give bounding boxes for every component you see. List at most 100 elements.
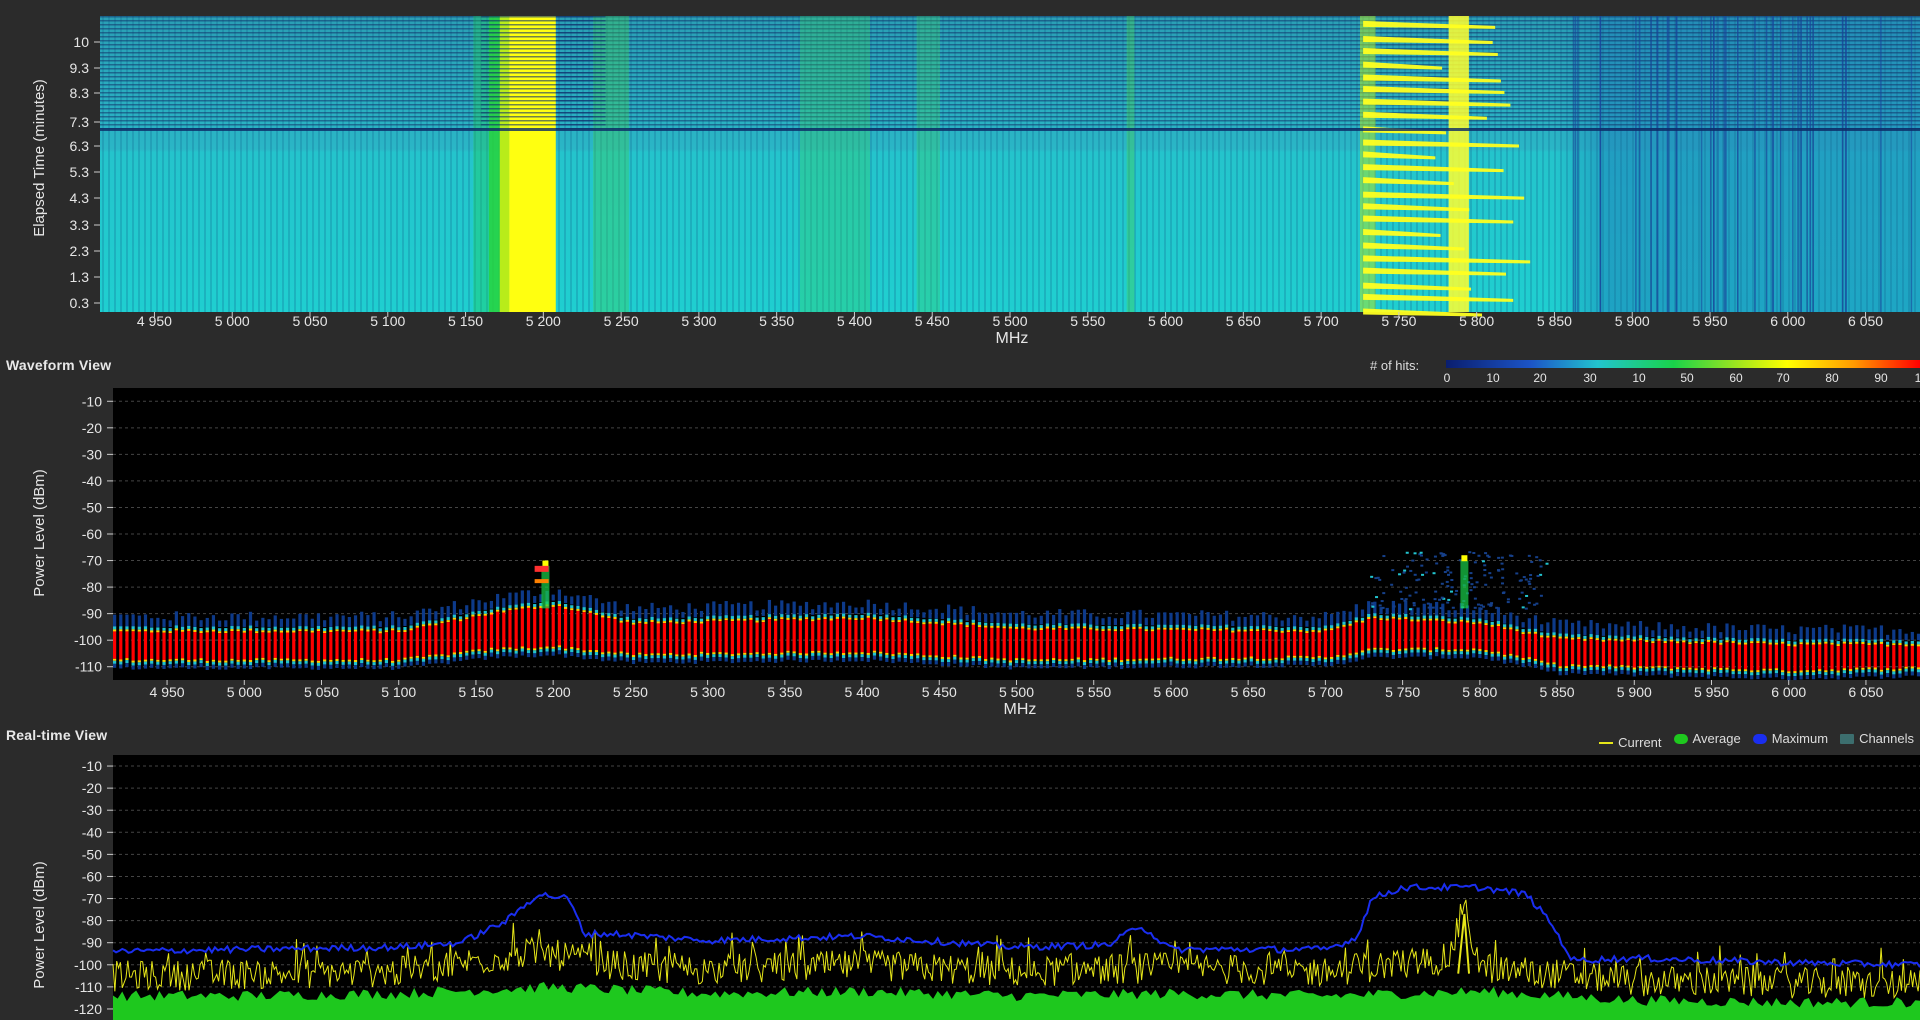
realtime-legend[interactable]: Current Average Maximum Channels — [1587, 731, 1914, 750]
waveform-edge-hits — [1113, 659, 1117, 663]
legend-item-channels[interactable]: Channels — [1840, 731, 1914, 746]
waveform-scatter-hit — [1490, 602, 1494, 605]
waveform-halo — [1601, 671, 1606, 676]
waveform-x-tick-label: 5 600 — [1153, 684, 1188, 700]
waveform-edge-hits — [1268, 629, 1272, 632]
waveform-halo — [829, 658, 833, 663]
waveform-edge-hits — [1052, 624, 1056, 628]
waveform-halo — [984, 613, 988, 623]
waveform-edge-hits — [829, 618, 833, 621]
waveform-edge-hits — [502, 610, 506, 613]
waveform-edge-hits — [125, 658, 129, 661]
waterfall-y-tick-label: 10 — [73, 34, 89, 50]
waveform-edge-hits — [835, 651, 839, 654]
waveform-core-band — [304, 631, 308, 659]
waveform-halo — [397, 617, 401, 627]
waveform-edge-hits — [557, 604, 561, 607]
waveform-core-band — [1645, 642, 1649, 667]
waveform-scatter-hit — [1479, 607, 1483, 610]
waveform-edge-hits — [1385, 618, 1389, 621]
waveform-edge-hits — [1157, 660, 1161, 664]
waveform-edge-hits — [841, 653, 846, 656]
waveform-halo — [1830, 628, 1834, 641]
waterfall-chart[interactable]: 109.38.37.36.35.34.33.32.31.30.3 4 950 5 … — [0, 0, 1920, 360]
waveform-edge-hits — [1527, 631, 1531, 634]
legend-item-average[interactable]: Average — [1673, 731, 1741, 746]
waveform-halo — [471, 654, 475, 659]
waveform-edge-hits — [1540, 632, 1544, 636]
waveform-halo — [1058, 609, 1062, 625]
waveform-core-band — [1441, 621, 1445, 650]
waveform-halo — [211, 664, 216, 669]
waveform-edge-hits — [1379, 647, 1383, 650]
waveform-edge-hits — [650, 619, 654, 622]
waveform-edge-hits — [1558, 668, 1562, 672]
waterfall-y-tick-label: 7.3 — [70, 114, 90, 130]
waveform-edge-hits — [1694, 638, 1698, 642]
waveform-core-band — [1768, 644, 1772, 669]
waveform-edge-hits — [304, 658, 308, 661]
waveform-core-band — [341, 631, 345, 660]
legend-item-maximum[interactable]: Maximum — [1752, 731, 1828, 746]
waterfall-x-tick-label: 5 800 — [1459, 313, 1494, 329]
legend-swatch-channels — [1840, 733, 1855, 744]
legend-item-current[interactable]: Current — [1599, 735, 1662, 750]
waveform-edge-hits — [242, 659, 246, 662]
waveform-edge-hits — [1503, 627, 1507, 630]
waveform-edge-hits — [211, 629, 216, 632]
waveform-halo — [1768, 673, 1772, 678]
waveform-core-band — [990, 627, 994, 658]
waveform-edge-hits — [465, 614, 469, 618]
waveform-edge-hits — [1021, 623, 1025, 627]
waveform-scatter-hit — [1539, 573, 1543, 576]
waveform-scatter-hit — [1411, 559, 1415, 562]
waveform-halo — [1811, 627, 1816, 641]
waveform-halo — [440, 606, 444, 619]
waterfall-x-tick-label: 5 400 — [837, 313, 872, 329]
waveform-core-band — [959, 624, 963, 658]
waveform-edge-hits — [1225, 624, 1229, 628]
realtime-chart[interactable]: -10-20-30-40-50-60-70-80-90-100-110-120 … — [0, 750, 1920, 1020]
waveform-edge-hits — [854, 654, 858, 658]
waveform-edge-hits — [1527, 659, 1531, 663]
waveform-edge-hits — [823, 654, 827, 658]
waveform-halo — [1397, 654, 1402, 659]
waveform-halo — [1601, 628, 1606, 636]
waveform-halo — [533, 653, 537, 658]
waveform-halo — [1521, 663, 1525, 668]
waveform-edge-hits — [761, 617, 765, 621]
waveform-edge-hits — [1638, 668, 1643, 672]
waveform-core-band — [1620, 641, 1624, 665]
waveform-edge-hits — [1286, 630, 1290, 633]
waveform-halo — [1014, 612, 1019, 625]
waterfall-dark-line — [1700, 16, 1703, 312]
waveform-halo — [1033, 617, 1037, 625]
waveform-edge-hits — [1725, 667, 1729, 670]
waveform-edge-hits — [774, 615, 778, 619]
waveform-halo — [699, 656, 704, 661]
waveform-edge-hits — [693, 656, 697, 660]
waveform-halo — [174, 663, 178, 668]
waveform-edge-hits — [1082, 623, 1087, 627]
waveform-halo — [817, 604, 821, 615]
waveform-scatter-hit — [1545, 562, 1549, 565]
waveform-halo — [959, 606, 963, 621]
waveform-edge-hits — [699, 618, 704, 622]
waveform-halo — [755, 610, 759, 617]
waveform-edge-hits — [483, 610, 487, 614]
waveform-y-tick-label: -60 — [82, 526, 102, 542]
waterfall-dark-line — [1841, 16, 1844, 312]
realtime-y-tick-label: -20 — [82, 780, 102, 796]
waveform-core-band — [947, 623, 951, 658]
waveform-edge-hits — [384, 630, 389, 633]
waveform-edge-hits — [984, 625, 988, 628]
waveform-edge-hits — [706, 616, 710, 620]
waveform-scatter-hit — [1382, 592, 1386, 595]
waveform-core-band — [1873, 644, 1877, 668]
waveform-edge-hits — [1472, 622, 1476, 625]
waveform-edge-hits — [180, 629, 185, 632]
waveform-edge-hits — [211, 661, 216, 665]
realtime-panel-title: Real-time View — [6, 727, 108, 743]
waveform-chart[interactable]: 0 10 20 30 10 50 60 70 80 90 1 -10-20-30-40-50-60-… — [0, 358, 1920, 728]
waveform-edge-hits — [273, 629, 277, 632]
